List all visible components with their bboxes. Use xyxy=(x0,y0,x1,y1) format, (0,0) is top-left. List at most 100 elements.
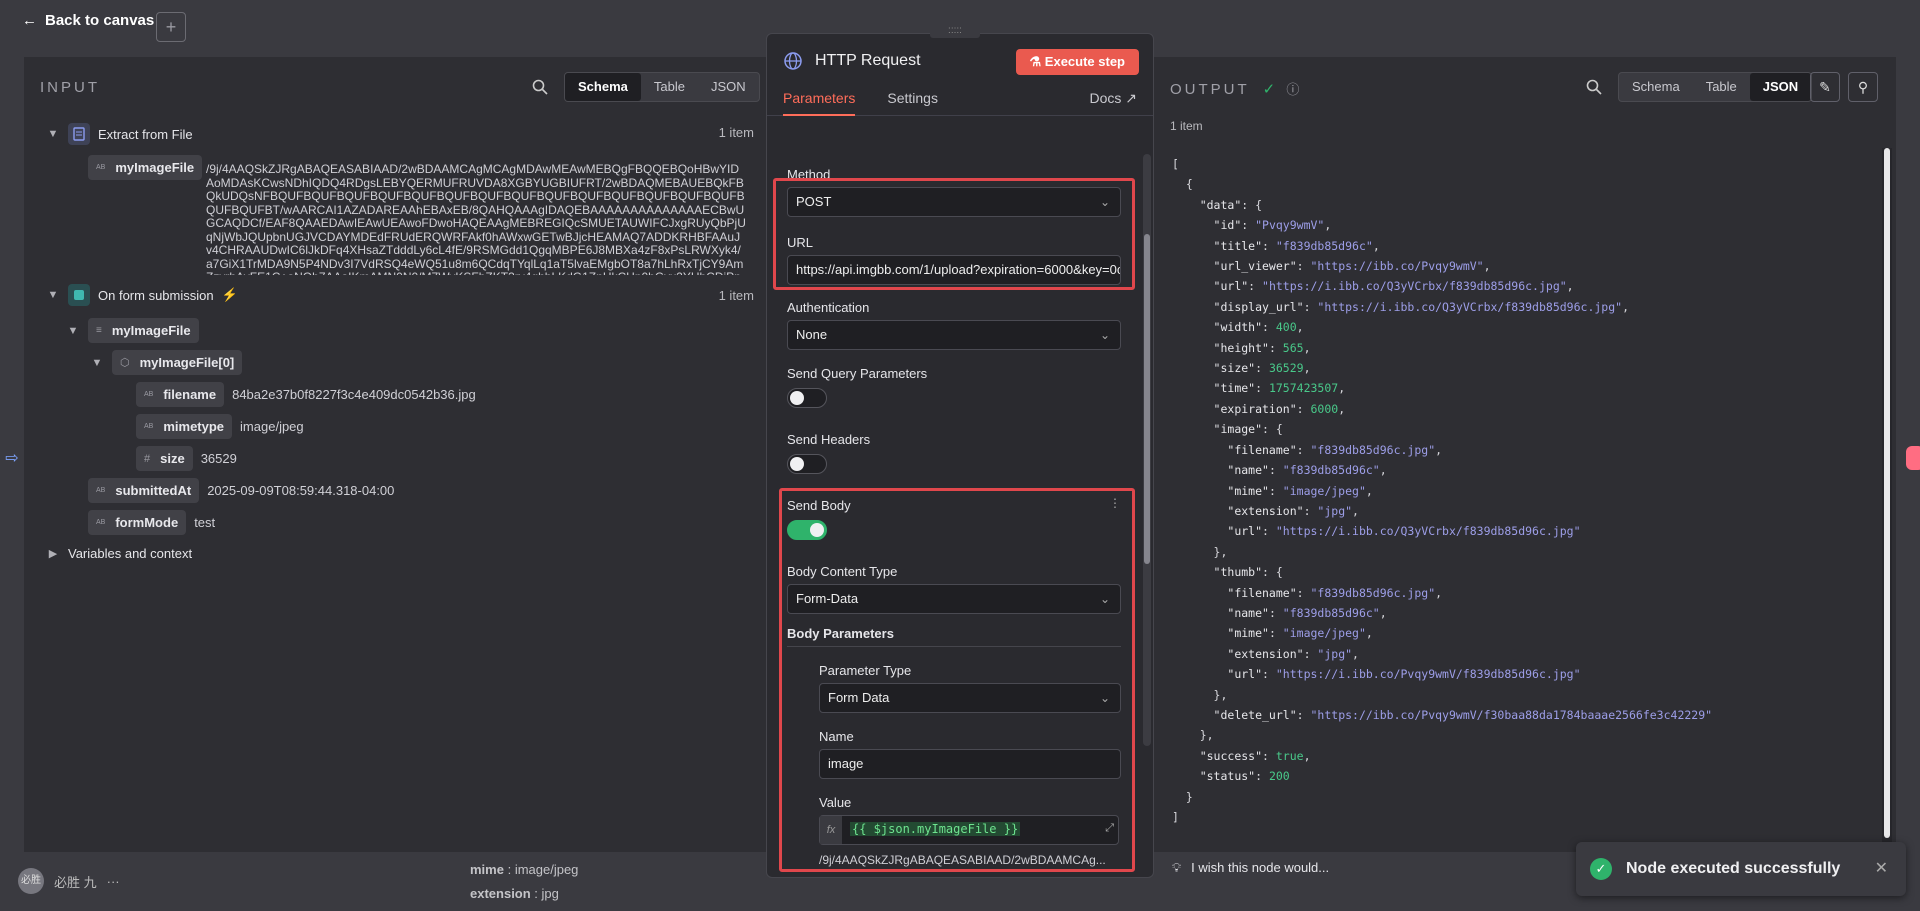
add-node-button[interactable]: + xyxy=(156,12,186,42)
field-myimagefile[interactable]: AB myImageFile xyxy=(88,155,203,180)
lightning-icon: ⚡ xyxy=(221,287,238,302)
output-view-table[interactable]: Table xyxy=(1693,73,1750,101)
name-input[interactable]: image xyxy=(819,749,1121,779)
arrow-left-icon: ← xyxy=(22,12,37,29)
field-size[interactable]: # size 36529 xyxy=(136,446,237,471)
parameter-type-select[interactable]: Form Data ⌄ xyxy=(819,683,1121,713)
node-tabs: Parameters Settings xyxy=(783,90,938,116)
value-label: Value xyxy=(819,795,852,810)
chevron-down-icon[interactable]: ▼ xyxy=(90,357,104,369)
close-icon[interactable]: ✕ xyxy=(1875,858,1888,878)
user-menu[interactable]: 必胜 必胜 九 ··· xyxy=(18,868,120,894)
body-parameters-label: Body Parameters xyxy=(787,626,894,641)
name-label: Name xyxy=(819,729,854,744)
myimagefile-value: /9j/4AAQSkZJRgABAQEASABIAAD/2wBDAAMCAgMC… xyxy=(206,163,746,275)
body-content-type-select[interactable]: Form-Data ⌄ xyxy=(787,584,1121,614)
send-body-label: Send Body xyxy=(787,498,851,513)
field-submittedat[interactable]: AB submittedAt 2025-09-09T08:59:44.318-04… xyxy=(88,478,394,503)
back-to-canvas-button[interactable]: ← Back to canvas xyxy=(22,12,154,29)
string-type-icon: AB xyxy=(96,487,106,494)
parameters-form: Method POST ⌄ URL https://api.imgbb.com/1… xyxy=(767,118,1145,878)
input-view-schema[interactable]: Schema xyxy=(565,73,641,101)
json-code: [ { "data": { "id": "Pvqy9wmV", "title":… xyxy=(1172,157,1713,824)
object-type-icon: ⬡ xyxy=(120,357,130,369)
check-icon: ✓ xyxy=(1590,858,1612,880)
send-query-label: Send Query Parameters xyxy=(787,366,928,381)
options-icon[interactable]: ⋮ xyxy=(1109,496,1121,510)
chevron-down-icon[interactable]: ▼ xyxy=(46,289,60,301)
node-extract-from-file[interactable]: ▼ Extract from File xyxy=(46,123,193,145)
node-parameters-panel: ::::: HTTP Request ⚗ Execute step Parame… xyxy=(766,24,1154,878)
feedback-link[interactable]: 💡︎ I wish this node would... xyxy=(1172,860,1329,876)
field-mimetype[interactable]: AB mimetype image/jpeg xyxy=(136,414,304,439)
field-myimagefile-0[interactable]: ▼ ⬡ myImageFile[0] xyxy=(90,350,243,375)
parameters-scrollbar[interactable] xyxy=(1143,154,1151,746)
search-icon[interactable] xyxy=(1586,79,1602,95)
chevron-right-icon[interactable]: ▶ xyxy=(46,547,60,560)
form-item-count: 1 item xyxy=(718,288,754,303)
chevron-down-icon: ⌄ xyxy=(1099,691,1110,705)
value-expression-input[interactable]: fx {{ $json.myImageFile }} ⤢ xyxy=(819,815,1119,845)
chevron-down-icon: ⌄ xyxy=(1099,328,1110,342)
divider xyxy=(787,646,1121,647)
execute-step-button[interactable]: ⚗ Execute step xyxy=(1015,49,1139,75)
input-view-json[interactable]: JSON xyxy=(698,73,759,101)
tab-settings[interactable]: Settings xyxy=(887,90,938,116)
function-icon: fx xyxy=(820,816,842,844)
check-circle-icon: ✓ xyxy=(1262,81,1276,98)
json-output: [ { "data": { "id": "Pvqy9wmV", "title":… xyxy=(1162,148,1880,843)
flask-icon: ⚗ xyxy=(1029,54,1045,69)
send-query-toggle[interactable] xyxy=(787,388,827,408)
avatar: 必胜 xyxy=(18,868,44,894)
send-headers-toggle[interactable] xyxy=(787,454,827,474)
node-on-form-submission[interactable]: ▼ On form submission ⚡ xyxy=(46,284,238,306)
input-view-switcher: Schema Table JSON xyxy=(564,72,760,102)
tab-parameters[interactable]: Parameters xyxy=(783,90,856,116)
body-content-type-label: Body Content Type xyxy=(787,564,898,579)
pin-icon[interactable]: ⚲ xyxy=(1848,72,1878,102)
list-type-icon: ≡ xyxy=(96,325,102,336)
input-view-table[interactable]: Table xyxy=(641,73,698,101)
string-type-icon: AB xyxy=(96,519,106,526)
variables-and-context[interactable]: ▶ Variables and context xyxy=(46,546,192,561)
form-trigger-icon xyxy=(68,284,90,306)
send-body-toggle[interactable] xyxy=(787,520,827,540)
edit-icon[interactable]: ✎ xyxy=(1810,72,1840,102)
collapse-left-icon[interactable]: ⇨ xyxy=(0,436,24,482)
authentication-label: Authentication xyxy=(787,300,870,315)
string-type-icon: AB xyxy=(96,164,106,171)
globe-icon xyxy=(784,52,802,70)
value-preview: /9j/4AAQSkZJRgABAQEASABIAAD/2wBDAAMCAg..… xyxy=(819,853,1106,867)
lightbulb-icon: 💡︎ xyxy=(1172,860,1182,875)
success-toast: ✓ Node executed successfully ✕ xyxy=(1576,842,1906,896)
extract-item-count: 1 item xyxy=(718,125,754,140)
string-type-icon: AB xyxy=(144,423,154,430)
parameter-type-label: Parameter Type xyxy=(819,663,912,678)
output-scrollbar[interactable] xyxy=(1882,148,1892,842)
external-link-icon: ↗ xyxy=(1125,90,1137,106)
node-title: HTTP Request xyxy=(815,52,921,69)
highlight-method-url xyxy=(773,178,1135,290)
chevron-down-icon[interactable]: ▼ xyxy=(66,325,80,337)
output-view-json[interactable]: JSON xyxy=(1749,73,1812,101)
output-item-count: 1 item xyxy=(1170,119,1203,133)
field-filename[interactable]: AB filename 84ba2e37b0f8227f3c4e409dc0542… xyxy=(136,382,476,407)
output-view-schema[interactable]: Schema xyxy=(1619,73,1693,101)
docs-link[interactable]: Docs ↗ xyxy=(1089,90,1137,107)
field-formmode[interactable]: AB formMode test xyxy=(88,510,215,535)
more-icon[interactable]: ··· xyxy=(107,874,120,889)
search-icon[interactable] xyxy=(532,79,548,95)
chevron-down-icon: ⌄ xyxy=(1099,592,1110,606)
info-icon[interactable]: ⓘ xyxy=(1286,82,1299,97)
input-title: INPUT xyxy=(40,79,100,96)
output-title: OUTPUT ✓ ⓘ xyxy=(1170,81,1300,98)
extract-file-icon xyxy=(68,123,90,145)
field-form-myimagefile[interactable]: ▼ ≡ myImageFile xyxy=(66,318,199,343)
side-edge-right[interactable] xyxy=(1896,430,1920,486)
expand-icon[interactable]: ⤢ xyxy=(1105,822,1114,835)
input-panel: INPUT Schema Table JSON ▼ Extract from F… xyxy=(24,57,764,852)
authentication-select[interactable]: None ⌄ xyxy=(787,320,1121,350)
chevron-down-icon[interactable]: ▼ xyxy=(46,128,60,140)
output-view-switcher: Schema Table JSON xyxy=(1618,72,1813,102)
send-headers-label: Send Headers xyxy=(787,432,871,447)
